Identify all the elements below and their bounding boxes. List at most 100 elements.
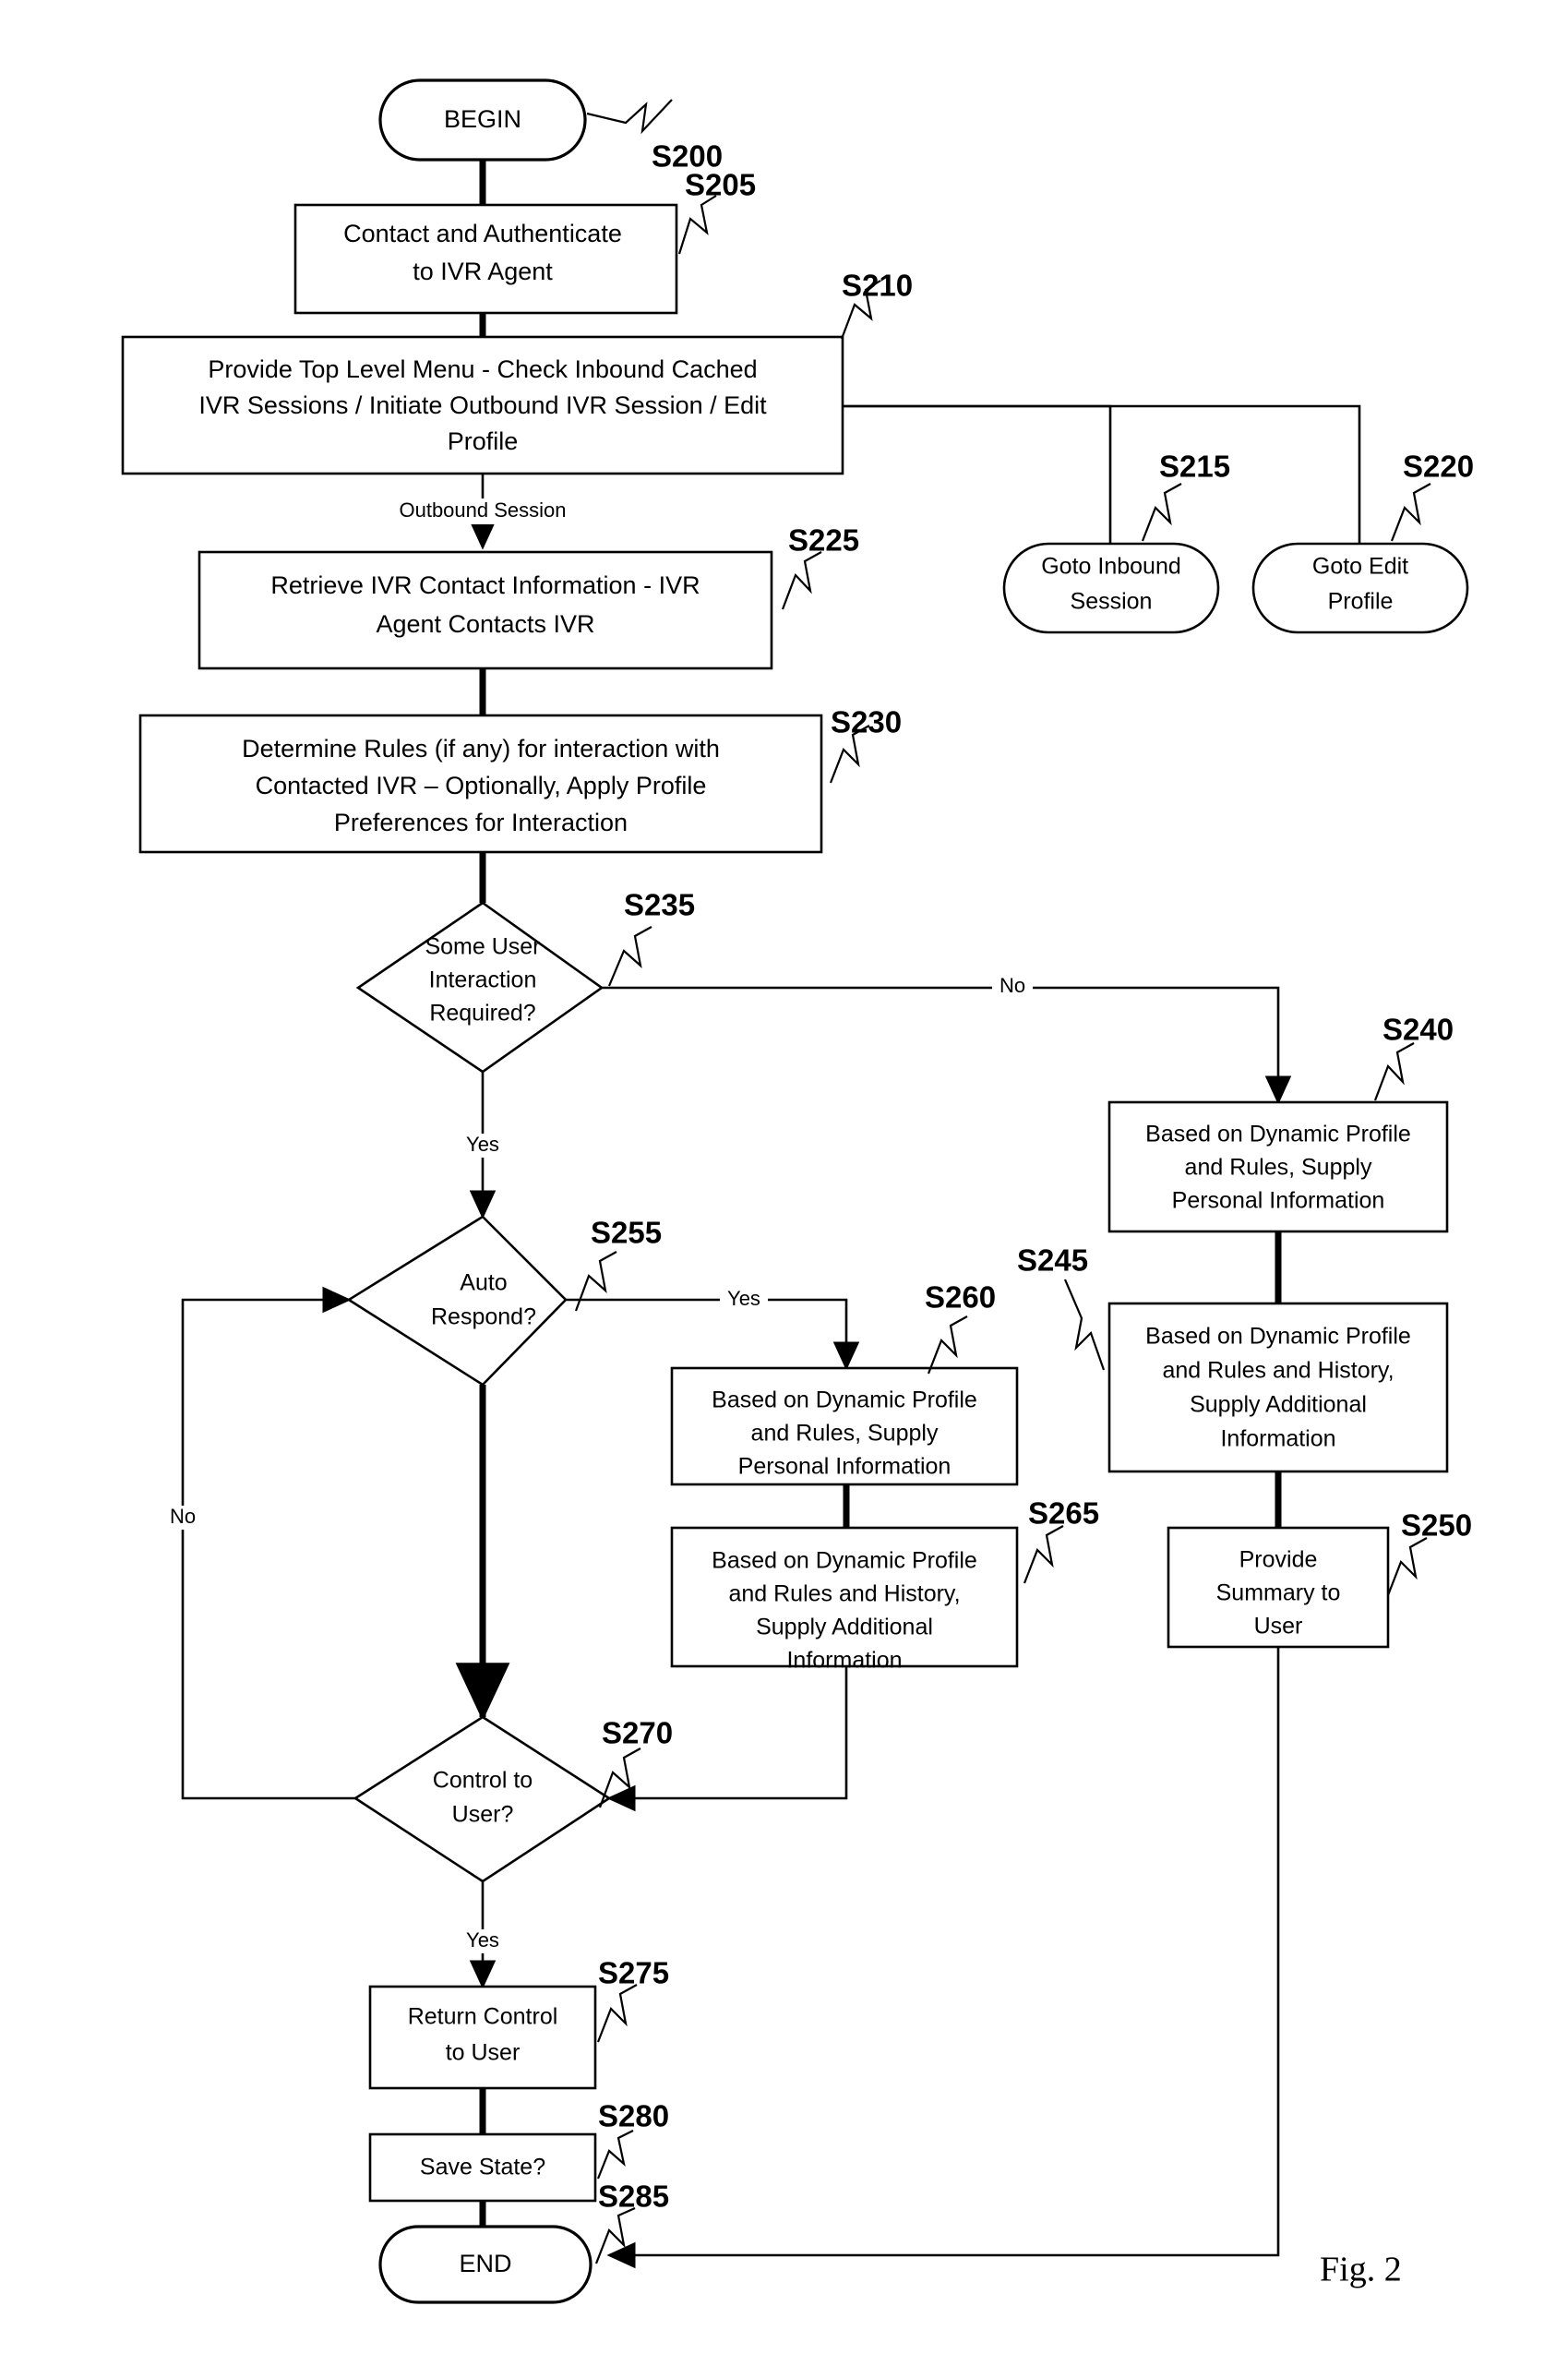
ref-label-s280: S280 <box>598 2099 669 2133</box>
node-begin-label: BEGIN <box>444 105 521 133</box>
node-supply-additional-right[interactable]: Based on Dynamic Profile and Rules and H… <box>1107 1302 1449 1473</box>
ref-leader-s205: S205 <box>677 168 756 255</box>
node-return-control-line1: Return Control <box>408 2004 558 2030</box>
ref-leader-s270: S270 <box>598 1716 673 1808</box>
node-control-to-user-line1: Control to <box>433 1768 533 1794</box>
node-supply-personal-right-line2: and Rules, Supply <box>1185 1155 1372 1181</box>
edge-autorespond-yes-to-s260 <box>566 1298 860 1371</box>
node-goto-edit-profile[interactable]: Goto Edit Profile <box>1251 542 1469 634</box>
edge-label-autorespond-no: No <box>170 1505 196 1528</box>
ref-label-s270: S270 <box>602 1716 673 1750</box>
node-retrieve-ivr-contact-line2: Agent Contacts IVR <box>376 610 594 638</box>
ref-leader-s240: S240 <box>1373 1013 1454 1101</box>
node-return-control[interactable]: Return Control to User <box>368 1985 597 2090</box>
ref-leader-s265: S265 <box>1023 1496 1099 1584</box>
ref-leader-s220: S220 <box>1390 450 1474 542</box>
node-supply-personal-mid[interactable]: Based on Dynamic Profile and Rules, Supp… <box>670 1366 1019 1486</box>
node-goto-inbound-session-line1: Goto Inbound <box>1041 554 1181 580</box>
node-save-state-line1: Save State? <box>420 2155 545 2180</box>
node-top-level-menu[interactable]: Provide Top Level Menu - Check Inbound C… <box>121 335 844 475</box>
node-contact-authenticate-line2: to IVR Agent <box>413 258 553 285</box>
node-save-state[interactable]: Save State? <box>368 2132 597 2203</box>
node-user-interaction-required-line3: Required? <box>429 1001 535 1027</box>
node-supply-personal-right-line1: Based on Dynamic Profile <box>1145 1122 1411 1147</box>
figure-caption: Fig. 2 <box>1320 2251 1402 2289</box>
edge-interaction-no-to-s240 <box>602 986 1292 1105</box>
ref-label-s255: S255 <box>591 1216 662 1250</box>
ref-label-s235: S235 <box>624 888 695 922</box>
node-supply-personal-mid-line1: Based on Dynamic Profile <box>712 1387 977 1413</box>
node-supply-additional-right-line4: Information <box>1220 1426 1335 1452</box>
edge-topmenu-to-goto-inbound <box>843 404 1112 545</box>
ref-leader-s215: S215 <box>1141 450 1230 542</box>
node-begin[interactable]: BEGIN <box>378 78 587 162</box>
node-end[interactable]: END <box>378 2225 592 2304</box>
node-auto-respond[interactable]: Auto Respond? <box>346 1215 568 1387</box>
node-user-interaction-required-line1: Some User <box>425 934 540 960</box>
node-supply-additional-right-line2: and Rules and History, <box>1162 1358 1394 1384</box>
ref-leader-s275: S275 <box>596 1956 669 2043</box>
node-retrieve-ivr-contact-line1: Retrieve IVR Contact Information - IVR <box>270 571 700 599</box>
ref-label-s210: S210 <box>842 269 913 303</box>
node-supply-additional-right-line1: Based on Dynamic Profile <box>1145 1324 1411 1350</box>
ref-leader-s250: S250 <box>1386 1508 1472 1596</box>
node-determine-rules-line1: Determine Rules (if any) for interaction… <box>242 735 720 763</box>
ref-label-s260: S260 <box>925 1280 996 1315</box>
node-top-level-menu-line3: Profile <box>448 427 519 455</box>
node-provide-summary-line3: User <box>1254 1614 1303 1639</box>
node-contact-authenticate[interactable]: Contact and Authenticate to IVR Agent <box>293 203 678 315</box>
ref-label-s240: S240 <box>1382 1013 1454 1047</box>
ref-label-s250: S250 <box>1401 1508 1472 1543</box>
node-determine-rules-line3: Preferences for Interaction <box>334 809 628 836</box>
node-retrieve-ivr-contact[interactable]: Retrieve IVR Contact Information - IVR A… <box>197 550 773 670</box>
node-determine-rules-line2: Contacted IVR – Optionally, Apply Profil… <box>256 772 707 799</box>
edge-label-outbound-session: Outbound Session <box>399 498 566 522</box>
node-provide-summary-line1: Provide <box>1239 1547 1318 1573</box>
node-control-to-user-line2: User? <box>452 1802 514 1828</box>
ref-leader-s255: S255 <box>574 1216 662 1312</box>
ref-label-s220: S220 <box>1403 450 1474 484</box>
node-supply-additional-mid-line4: Information <box>786 1648 902 1674</box>
edge-label-control-yes: Yes <box>466 1928 499 1952</box>
node-end-label: END <box>459 2250 511 2277</box>
node-supply-additional-mid-line2: and Rules and History, <box>728 1581 960 1607</box>
edge-label-interaction-no: No <box>999 974 1025 997</box>
node-supply-additional-mid-line1: Based on Dynamic Profile <box>712 1548 977 1574</box>
edge-summary-to-end <box>606 1647 1280 2269</box>
edge-topmenu-to-goto-edit <box>843 404 1361 545</box>
node-goto-edit-profile-line2: Profile <box>1328 589 1394 615</box>
ref-leader-s245: S245 <box>1017 1243 1106 1371</box>
figure-page: { "figure": { "caption": "Fig. 2", "titl… <box>0 0 1568 2354</box>
node-provide-summary-line2: Summary to <box>1216 1580 1341 1606</box>
ref-leader-s280: S280 <box>596 2099 669 2180</box>
node-top-level-menu-line2: IVR Sessions / Initiate Outbound IVR Ses… <box>198 391 767 419</box>
ref-label-s215: S215 <box>1159 450 1230 484</box>
node-goto-inbound-session[interactable]: Goto Inbound Session <box>1002 542 1220 634</box>
ref-leader-s200: S200 <box>586 99 723 174</box>
ref-leader-s210: S210 <box>840 269 913 340</box>
edge-label-interaction-yes: Yes <box>466 1133 499 1156</box>
node-user-interaction-required[interactable]: Some User Interaction Required? <box>355 901 604 1074</box>
ref-leader-s285: S285 <box>594 2180 669 2264</box>
edge-control-no-to-autorespond <box>181 1286 355 1800</box>
ref-label-s205: S205 <box>685 168 756 202</box>
ref-leader-s225: S225 <box>781 523 859 610</box>
ref-leader-s235: S235 <box>607 888 695 987</box>
ref-leader-s230: S230 <box>829 705 902 784</box>
node-top-level-menu-line1: Provide Top Level Menu - Check Inbound C… <box>208 355 757 383</box>
ref-label-s225: S225 <box>788 523 859 558</box>
ref-label-s245: S245 <box>1017 1243 1088 1278</box>
node-goto-edit-profile-line1: Goto Edit <box>1312 554 1408 580</box>
node-provide-summary[interactable]: Provide Summary to User <box>1167 1526 1390 1649</box>
node-supply-additional-mid[interactable]: Based on Dynamic Profile and Rules and H… <box>670 1526 1019 1674</box>
node-auto-respond-line2: Respond? <box>431 1304 536 1330</box>
ref-label-s275: S275 <box>598 1956 669 1990</box>
node-supply-personal-mid-line3: Personal Information <box>738 1454 952 1480</box>
edge-label-autorespond-yes: Yes <box>727 1287 760 1310</box>
node-control-to-user[interactable]: Control to User? <box>353 1715 612 1883</box>
node-supply-additional-right-line3: Supply Additional <box>1190 1392 1367 1418</box>
ref-label-s285: S285 <box>598 2180 669 2214</box>
flowchart-canvas: BEGIN Contact and Authenticate to IVR Ag… <box>121 78 1474 2304</box>
node-supply-personal-right[interactable]: Based on Dynamic Profile and Rules, Supp… <box>1107 1100 1449 1233</box>
node-determine-rules[interactable]: Determine Rules (if any) for interaction… <box>138 714 823 854</box>
